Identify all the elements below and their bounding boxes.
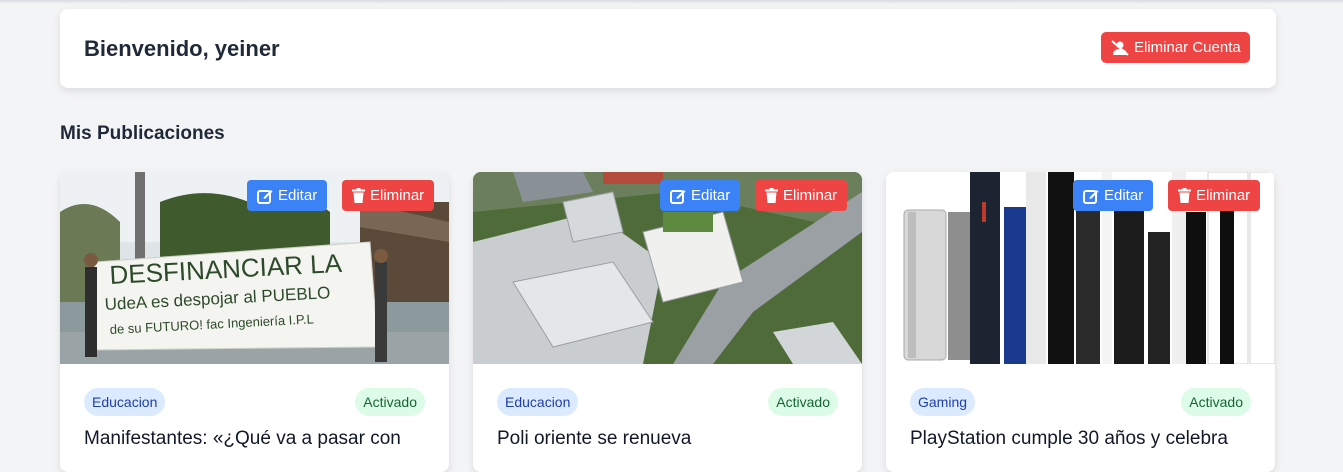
top-shadow [0,0,1343,4]
delete-button[interactable]: Eliminar [1168,180,1261,211]
trash-icon [352,188,365,203]
delete-button[interactable]: Eliminar [755,180,848,211]
welcome-title: Bienvenido, yeiner [84,36,280,61]
category-badge: Gaming [910,388,976,416]
delete-account-label: Eliminar Cuenta [1134,39,1241,56]
delete-button[interactable]: Eliminar [342,180,435,211]
delete-label: Eliminar [783,187,838,204]
post-card: DESFINANCIAR LA UdeA es despojar al PUEB… [60,172,449,472]
delete-account-button[interactable]: Eliminar Cuenta [1101,32,1250,63]
trash-icon [1178,188,1191,203]
edit-label: Editar [1104,187,1144,204]
delete-label: Eliminar [370,187,425,204]
edit-label: Editar [278,187,318,204]
delete-label: Eliminar [1196,187,1251,204]
edit-label: Editar [691,187,731,204]
status-badge: Activado [1181,388,1251,416]
edit-icon [670,189,686,204]
edit-button[interactable]: Editar [247,180,328,211]
post-card: Editar Eliminar Educacion Activado Poli … [473,172,862,472]
edit-icon [1083,189,1099,204]
edit-button[interactable]: Editar [660,180,741,211]
post-title[interactable]: Poli oriente se renueva [497,428,842,450]
post-title[interactable]: Manifestantes: «¿Qué va a pasar con [84,428,429,450]
status-badge: Activado [768,388,838,416]
status-badge: Activado [355,388,425,416]
edit-icon [257,189,273,204]
trash-icon [765,188,778,203]
edit-button[interactable]: Editar [1073,180,1154,211]
user-slash-icon [1111,39,1129,56]
welcome-card: Bienvenido, yeiner Eliminar Cuenta [60,9,1276,88]
section-title: Mis Publicaciones [60,123,225,144]
category-badge: Educacion [84,388,166,416]
post-title[interactable]: PlayStation cumple 30 años y celebra [910,428,1255,450]
category-badge: Educacion [497,388,579,416]
post-card: Editar Eliminar Gaming Activado PlayStat… [886,172,1275,472]
